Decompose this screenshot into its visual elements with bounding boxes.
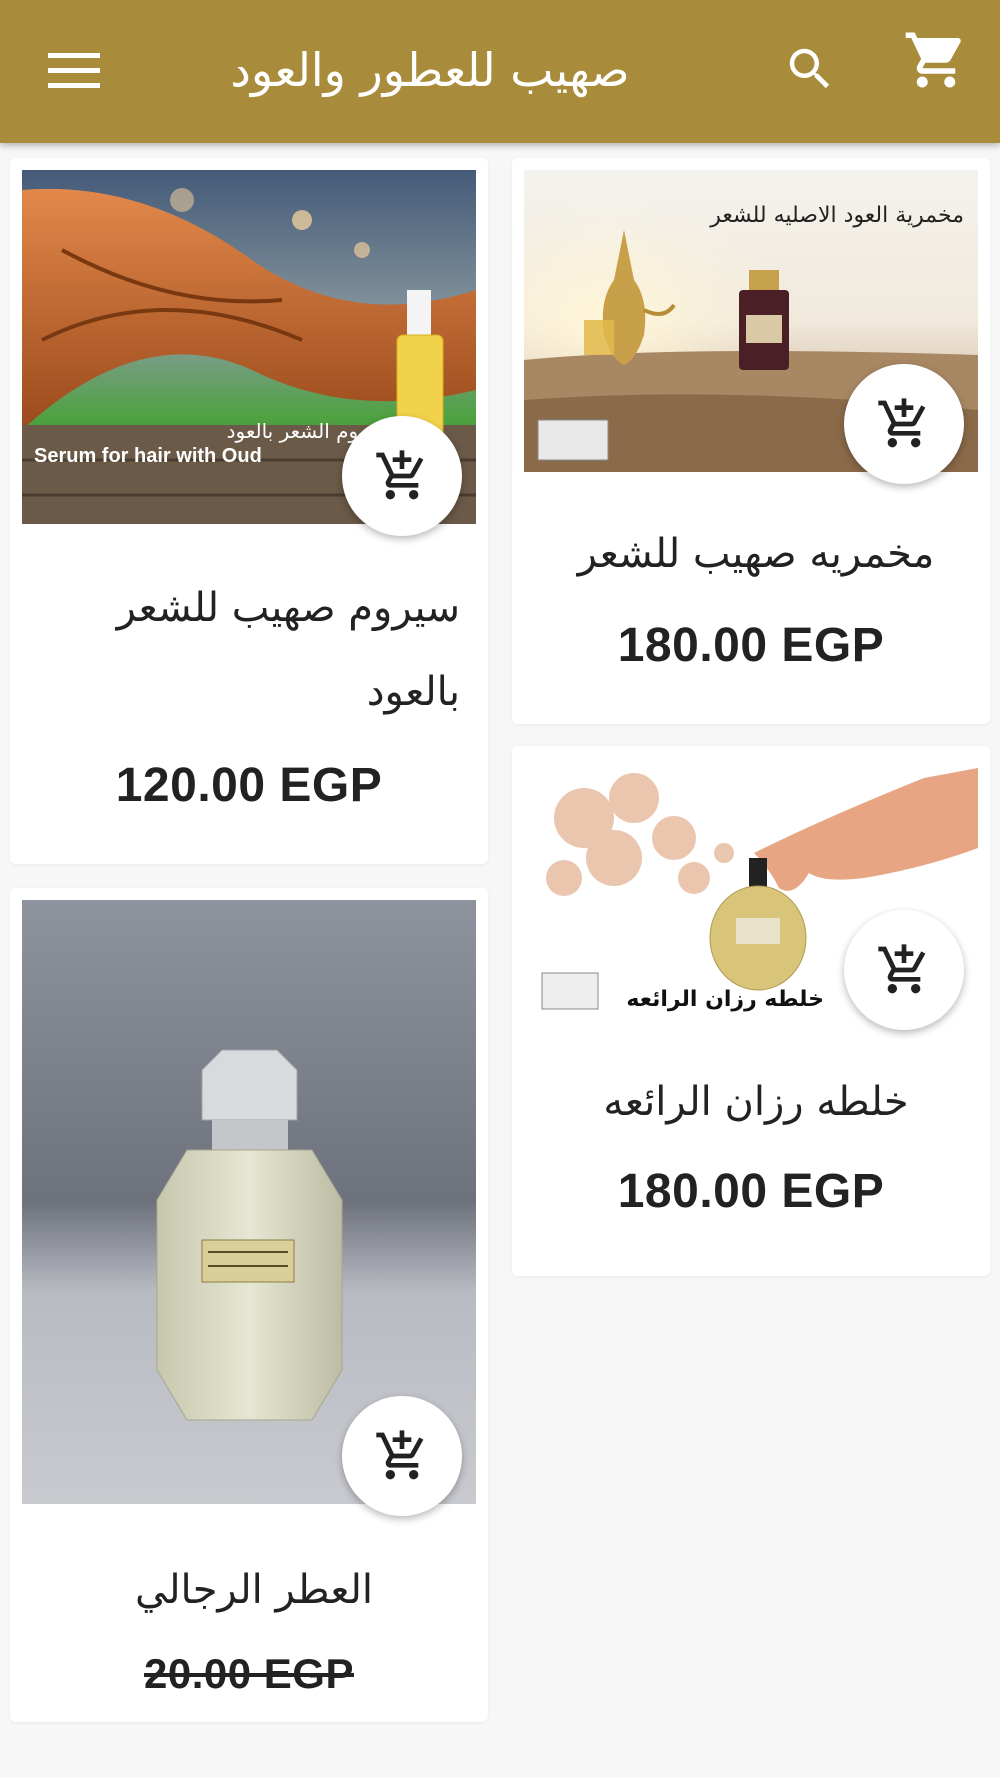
product-price-2: 180.00 EGP [617, 1165, 885, 1218]
product-name-2[interactable]: خلطه رزان الرائعه [552, 1060, 960, 1144]
product-name-0[interactable]: مخمريه صهيب للشعر [552, 512, 960, 596]
add-to-cart-button-1[interactable] [342, 416, 462, 536]
product-image-text-0: مخمرية العود الاصليه للشعر [709, 203, 964, 228]
add-to-cart-icon [878, 944, 926, 994]
product-card-0[interactable]: مخمرية العود الاصليه للشعر مخمريه صهيب ل… [512, 158, 990, 724]
app-bar: صهيب للعطور والعود [0, 0, 1000, 143]
product-price-3: 20.00 EGP [144, 1650, 354, 1697]
product-image-text-2: خلطه رزان الرائعه [626, 987, 824, 1012]
add-to-cart-icon [376, 1430, 424, 1480]
add-to-cart-icon [878, 398, 926, 448]
product-card-1[interactable]: Serum for hair with Oud سيروم الشعر بالع… [10, 158, 488, 864]
add-to-cart-button-0[interactable] [844, 364, 964, 484]
product-name-3[interactable]: العطر الرجالي [50, 1548, 458, 1632]
menu-icon[interactable] [36, 36, 112, 106]
product-image-text-1: Serum for hair with Oud [34, 445, 262, 467]
add-to-cart-button-3[interactable] [342, 1396, 462, 1516]
add-to-cart-button-2[interactable] [844, 910, 964, 1030]
cart-icon[interactable] [896, 20, 976, 100]
product-card-3[interactable]: العطر الرجالي 20.00 EGP [10, 888, 488, 1722]
product-card-2[interactable]: خلطه رزان الرائعه خلطه رزان الرائعه 180.… [512, 746, 990, 1276]
product-price-1: 120.00 EGP [115, 759, 383, 812]
product-price-0: 180.00 EGP [617, 619, 885, 672]
add-to-cart-icon [376, 450, 424, 500]
app-title: صهيب للعطور والعود [230, 43, 630, 97]
product-name-1[interactable]: سيروم صهيب للشعر بالعود [50, 566, 460, 734]
search-icon[interactable] [770, 34, 850, 104]
